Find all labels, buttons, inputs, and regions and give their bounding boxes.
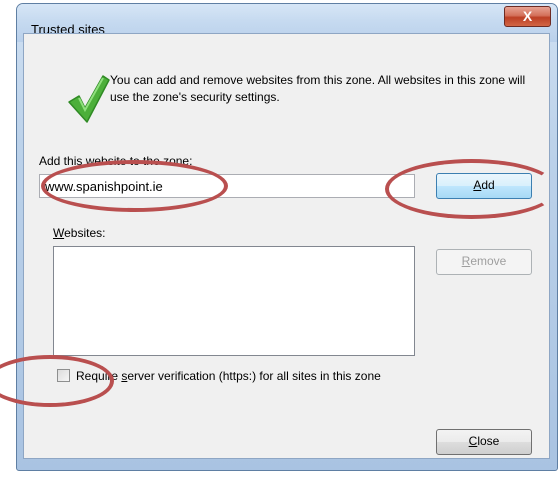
- close-button-label: lose: [477, 434, 500, 448]
- require-https-label[interactable]: Require server verification (https:) for…: [76, 369, 381, 383]
- require-https-label-part1: Requ: [76, 369, 105, 383]
- zone-info-text: You can add and remove websites from thi…: [110, 73, 526, 104]
- add-website-label: Add this website to the zone:: [39, 154, 193, 168]
- websites-label: Websites:: [53, 226, 105, 240]
- websites-list[interactable]: [53, 246, 415, 356]
- add-button-label: dd: [481, 178, 495, 192]
- close-window-button[interactable]: X: [504, 6, 551, 27]
- require-https-label-part2: ire: [104, 369, 122, 383]
- close-button[interactable]: Close: [436, 429, 532, 455]
- remove-button[interactable]: Remove: [436, 249, 532, 275]
- close-icon: X: [522, 8, 533, 24]
- require-https-checkbox[interactable]: [57, 369, 70, 382]
- websites-label-text: ebsites:: [64, 226, 106, 240]
- website-url-input[interactable]: [39, 174, 415, 198]
- add-button[interactable]: Add: [436, 173, 532, 199]
- remove-button-mnemonic: R: [461, 254, 471, 268]
- remove-button-label: emove: [470, 254, 507, 268]
- require-https-label-part3: erver verification (https:) for all site…: [127, 369, 381, 383]
- checkmark-icon: [68, 75, 110, 123]
- websites-label-mnemonic: W: [53, 226, 65, 240]
